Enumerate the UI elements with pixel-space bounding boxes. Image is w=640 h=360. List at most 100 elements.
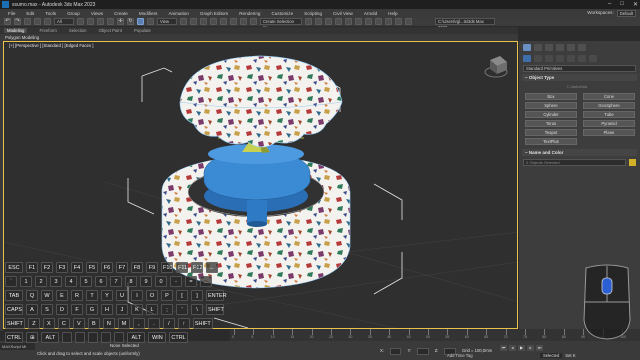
unlink-icon[interactable] — [34, 18, 41, 25]
tube-button[interactable]: Tube — [583, 111, 635, 118]
placement-icon[interactable] — [147, 18, 154, 25]
menu-file[interactable]: File — [8, 11, 15, 16]
motion-tab-icon[interactable] — [556, 44, 564, 51]
prev-frame-icon[interactable]: ◂ — [509, 345, 516, 351]
edit-named-selection-icon[interactable] — [250, 18, 257, 25]
menu-scripting[interactable]: Scripting — [304, 11, 322, 16]
schematic-view-icon[interactable] — [365, 18, 372, 25]
x-field[interactable] — [389, 348, 402, 355]
menu-civil-view[interactable]: Civil View — [333, 11, 353, 16]
tab-selection[interactable]: Selection — [69, 28, 87, 33]
sphere-button[interactable]: Sphere — [525, 102, 577, 109]
systems-icon[interactable] — [589, 55, 597, 62]
play-icon[interactable]: ▶ — [518, 345, 525, 351]
menu-tools[interactable]: Tools — [45, 11, 56, 16]
link-icon[interactable] — [24, 18, 31, 25]
scene-explorer-icon[interactable] — [325, 18, 332, 25]
primitive-category-dropdown[interactable]: Standard Primitives — [523, 65, 636, 72]
torus-button[interactable]: Torus — [525, 120, 577, 127]
bind-spacewarp-icon[interactable] — [44, 18, 51, 25]
maxscript-listener[interactable]: MAXScript Mi — [0, 343, 35, 350]
snaps-toggle-icon[interactable] — [210, 18, 217, 25]
autogrid-checkbox[interactable]: ☐ AutoGrid — [567, 84, 640, 89]
viewport-label[interactable]: [+] [Perspective ] [Standard ] [Edged Fa… — [9, 43, 93, 48]
angle-snap-icon[interactable] — [220, 18, 227, 25]
close-button[interactable]: ✕ — [633, 1, 638, 8]
menu-create[interactable]: Create — [114, 11, 128, 16]
spinner-snap-icon[interactable] — [240, 18, 247, 25]
render-setup-icon[interactable] — [385, 18, 392, 25]
keyboard-shortcut-icon[interactable] — [200, 18, 207, 25]
menu-modifiers[interactable]: Modifiers — [139, 11, 158, 16]
geometry-icon[interactable] — [523, 55, 531, 62]
select-object-icon[interactable] — [77, 18, 84, 25]
menu-customize[interactable]: Customize — [271, 11, 293, 16]
shapes-icon[interactable] — [534, 55, 542, 62]
go-to-end-icon[interactable]: ⏭ — [536, 345, 543, 351]
workspace-dropdown[interactable]: Default — [616, 10, 636, 17]
name-color-rollout[interactable]: − Name and Color — [522, 149, 637, 156]
cone-button[interactable]: Cone — [583, 93, 635, 100]
move-icon[interactable]: ✛ — [117, 18, 124, 25]
percent-snap-icon[interactable] — [230, 18, 237, 25]
render-icon[interactable] — [405, 18, 412, 25]
window-crossing-icon[interactable] — [107, 18, 114, 25]
curve-editor-icon[interactable] — [355, 18, 362, 25]
undo-icon[interactable]: ↶ — [4, 18, 11, 25]
space-warps-icon[interactable] — [578, 55, 586, 62]
go-to-start-icon[interactable]: ⏮ — [500, 345, 507, 351]
menu-views[interactable]: Views — [91, 11, 103, 16]
select-manipulate-icon[interactable] — [190, 18, 197, 25]
next-frame-icon[interactable]: ▸ — [527, 345, 534, 351]
add-time-tag[interactable]: Add Time Tag — [447, 353, 473, 358]
geosphere-button[interactable]: GeoSphere — [583, 102, 635, 109]
menu-group[interactable]: Group — [67, 11, 80, 16]
selected-dropdown[interactable]: Selected — [540, 353, 563, 358]
tab-modeling[interactable]: Modeling — [4, 28, 28, 33]
tab-object-paint[interactable]: Object Paint — [99, 28, 122, 33]
cameras-icon[interactable] — [556, 55, 564, 62]
cylinder-button[interactable]: Cylinder — [525, 111, 577, 118]
modify-tab-icon[interactable] — [534, 44, 542, 51]
create-tab-icon[interactable] — [523, 44, 531, 51]
project-path-dropdown[interactable]: C:\Users\rgl...ts\3ds Max 2023 — [435, 18, 495, 30]
scale-icon[interactable] — [137, 18, 144, 25]
material-editor-icon[interactable] — [375, 18, 382, 25]
maximize-button[interactable]: □ — [620, 1, 624, 8]
rect-selection-icon[interactable] — [97, 18, 104, 25]
menu-help[interactable]: Help — [388, 11, 397, 16]
redo-icon[interactable]: ↷ — [14, 18, 21, 25]
pyramid-button[interactable]: Pyramid — [583, 120, 635, 127]
object-color-swatch[interactable] — [629, 159, 636, 166]
set-key-button[interactable]: Set K — [565, 353, 575, 358]
ribbon-subtitle[interactable]: Polygon Modeling — [0, 34, 518, 41]
minimize-button[interactable]: – — [608, 1, 611, 8]
tab-freeform[interactable]: Freeform — [39, 28, 56, 33]
named-selection-sets-dropdown[interactable]: Create Selection Se — [260, 18, 302, 30]
display-tab-icon[interactable] — [567, 44, 575, 51]
pivot-center-icon[interactable] — [180, 18, 187, 25]
helpers-icon[interactable] — [567, 55, 575, 62]
menu-edit[interactable]: Edit — [26, 11, 34, 16]
menu-graph-editors[interactable]: Graph Editors — [200, 11, 228, 16]
y-field[interactable] — [417, 348, 429, 355]
hierarchy-tab-icon[interactable] — [545, 44, 553, 51]
layer-explorer-icon[interactable] — [335, 18, 342, 25]
object-type-rollout[interactable]: − Object Type — [522, 74, 637, 81]
textplus-button[interactable]: TextPlus — [525, 138, 577, 145]
object-name-field[interactable]: 0 Objects Selected — [523, 159, 626, 166]
utilities-tab-icon[interactable] — [578, 44, 586, 51]
selection-filter-dropdown[interactable]: All — [54, 18, 74, 25]
align-icon[interactable] — [315, 18, 322, 25]
mirror-icon[interactable] — [305, 18, 312, 25]
menu-animation[interactable]: Animation — [168, 11, 188, 16]
ribbon-toggle-icon[interactable] — [345, 18, 352, 25]
box-button[interactable]: Box — [525, 93, 577, 100]
select-by-name-icon[interactable] — [87, 18, 94, 25]
view-cube-icon[interactable] — [484, 56, 508, 78]
plane-button[interactable]: Plane — [583, 129, 635, 136]
tab-populate[interactable]: Populate — [134, 28, 151, 33]
menu-arnold[interactable]: Arnold — [364, 11, 377, 16]
lights-icon[interactable] — [545, 55, 553, 62]
dome-object[interactable] — [179, 55, 343, 148]
